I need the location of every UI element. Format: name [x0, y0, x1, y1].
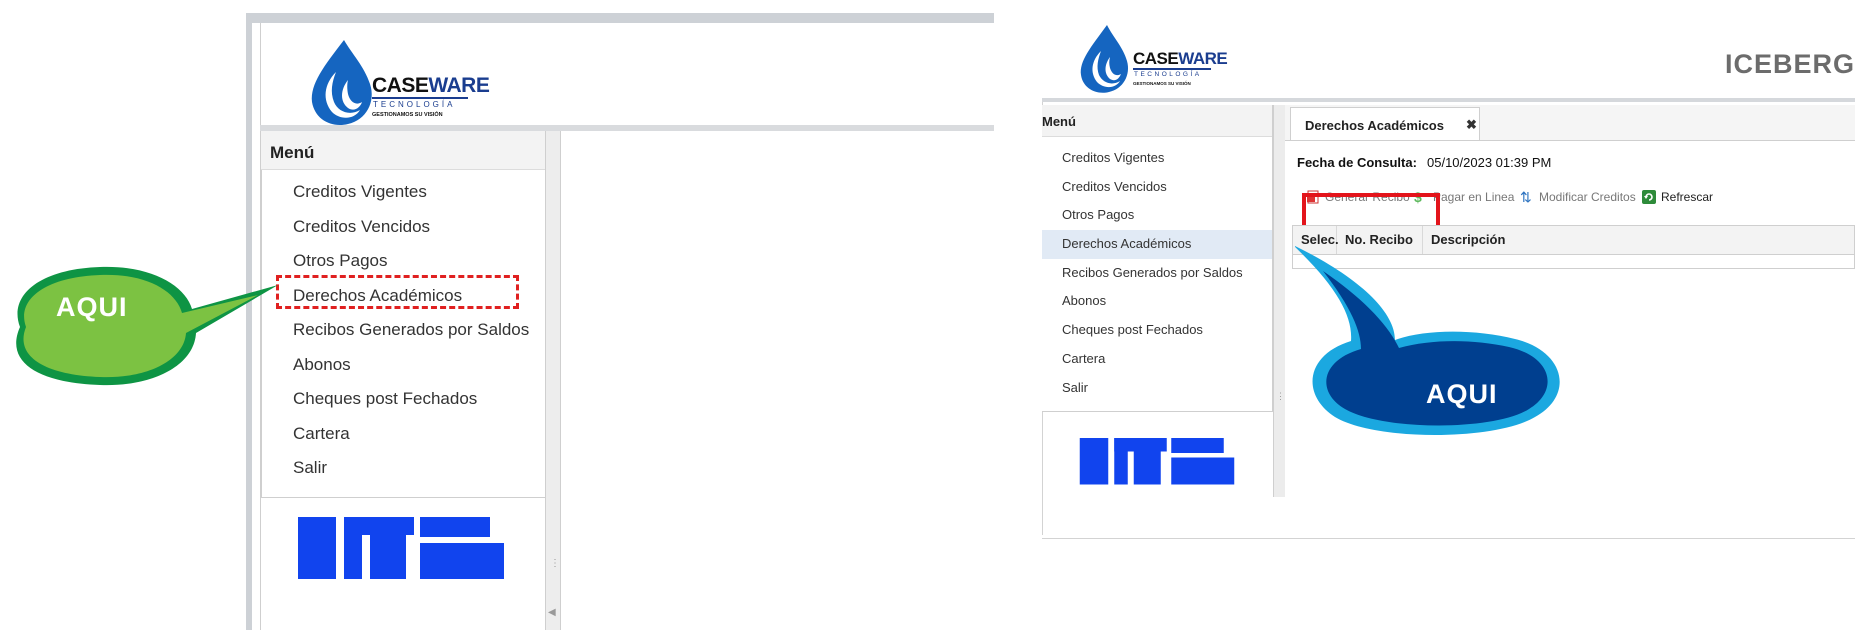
utb-logo-icon: [298, 517, 504, 579]
menu-item-abonos[interactable]: Abonos: [1042, 287, 1272, 316]
menu-item-creditos-vencidos[interactable]: Creditos Vencidos: [293, 216, 543, 251]
brand-name: CASEWARE: [372, 74, 490, 97]
menu-title: Menú: [1042, 114, 1076, 129]
menu-item-cheques-post-fechados[interactable]: Cheques post Fechados: [1042, 316, 1272, 345]
splitter-grip-icon: ⋮: [1276, 391, 1285, 401]
menu-item-cartera[interactable]: Cartera: [293, 423, 543, 458]
caseware-logo: CASEWARE TECNOLOGÍA GESTIONAMOS SU VISIÓ…: [1077, 23, 1237, 97]
fecha-label: Fecha de Consulta:: [1297, 155, 1417, 170]
brand-underline: [372, 97, 468, 99]
menu-list: Creditos Vigentes Creditos Vencidos Otro…: [1042, 144, 1272, 402]
close-icon[interactable]: ✖: [1466, 117, 1477, 133]
menu-item-cheques-post-fechados[interactable]: Cheques post Fechados: [293, 388, 543, 423]
menu-title: Menú: [270, 143, 315, 162]
speech-bubble-blue-icon: [1293, 245, 1560, 435]
brand-underline: [1133, 68, 1211, 70]
fecha-value: 05/10/2023 01:39 PM: [1427, 155, 1552, 170]
menu-item-creditos-vigentes[interactable]: Creditos Vigentes: [293, 181, 543, 216]
top-border: [246, 13, 994, 23]
brand-slogan: GESTIONAMOS SU VISIÓN: [372, 112, 443, 118]
left-screenshot: CASEWARE TECNOLOGÍA GESTIONAMOS SU VISIÓ…: [246, 13, 994, 630]
splitter-grip-icon: ⋮: [550, 558, 560, 569]
menu-item-recibos-generados[interactable]: Recibos Generados por Saldos: [293, 319, 543, 354]
brand-sub: TECNOLOGÍA: [373, 100, 456, 109]
brand-sub: TECNOLOGÍA: [1134, 71, 1202, 78]
menu-item-recibos-generados[interactable]: Recibos Generados por Saldos: [1042, 259, 1272, 288]
menu-item-creditos-vencidos[interactable]: Creditos Vencidos: [1042, 173, 1272, 202]
callout-blue-label: AQUI: [1426, 379, 1498, 409]
callout-green-label: AQUI: [56, 292, 128, 322]
menu-item-creditos-vigentes[interactable]: Creditos Vigentes: [1042, 144, 1272, 173]
menu-item-derechos-academicos[interactable]: Derechos Académicos: [1042, 230, 1272, 259]
menu-item-salir[interactable]: Salir: [293, 457, 543, 492]
collapse-arrow-icon[interactable]: ◀: [548, 607, 556, 618]
menu-item-otros-pagos[interactable]: Otros Pagos: [1042, 201, 1272, 230]
menu-item-salir[interactable]: Salir: [1042, 374, 1272, 403]
menu-item-abonos[interactable]: Abonos: [293, 354, 543, 389]
utb-logo: [296, 509, 506, 589]
brand-slogan: GESTIONAMOS SU VISIÓN: [1133, 81, 1191, 86]
speech-bubble-green-icon: [16, 266, 278, 386]
menu-item-cartera[interactable]: Cartera: [1042, 345, 1272, 374]
utb-logo: [1062, 432, 1252, 492]
utb-logo-icon: [1079, 438, 1235, 485]
refresh-arrows-icon: ⇅: [1520, 189, 1532, 205]
callout-blue: [1293, 245, 1615, 445]
menu-header: [1042, 105, 1272, 137]
selection-highlight-box: [276, 275, 519, 309]
modificar-creditos-button[interactable]: ⇅ Modificar Creditos: [1520, 185, 1636, 209]
app-title: ICEBERG: [1724, 49, 1855, 79]
menu-list: Creditos Vigentes Creditos Vencidos Otro…: [293, 181, 543, 492]
refrescar-button[interactable]: Refrescar: [1642, 185, 1713, 209]
tab-label: Derechos Académicos: [1305, 118, 1444, 133]
reload-icon: [1642, 190, 1656, 204]
caseware-logo: CASEWARE TECNOLOGÍA GESTIONAMOS SU VISIÓ…: [306, 36, 496, 132]
panel-splitter[interactable]: [545, 131, 561, 630]
callout-green: [0, 255, 290, 395]
brand-name: CASEWARE: [1133, 49, 1228, 68]
